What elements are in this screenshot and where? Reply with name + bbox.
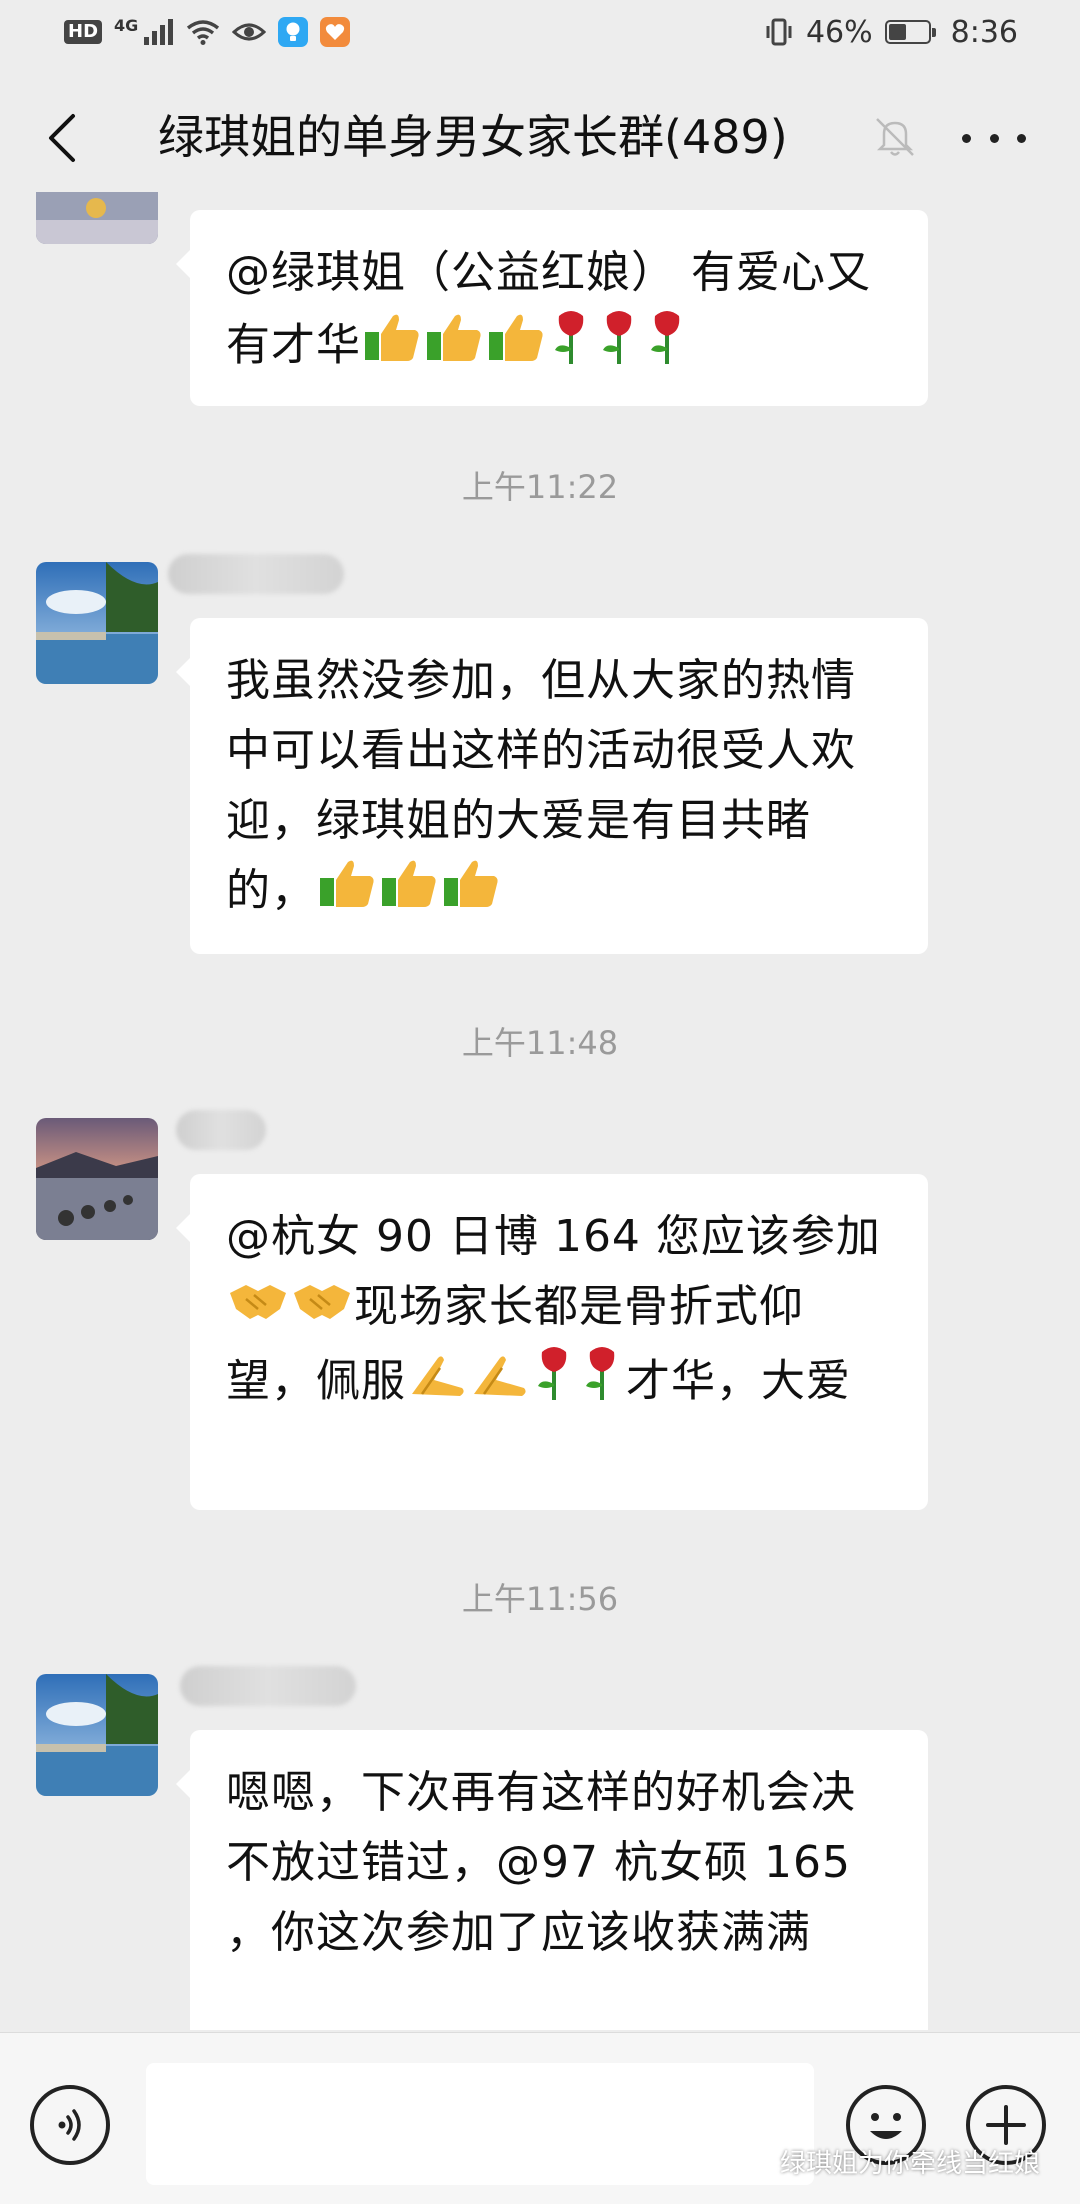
thumbs-up-icon bbox=[487, 312, 545, 383]
message-text: 才华，大爱 bbox=[626, 1355, 851, 1407]
thumbs-up-icon bbox=[442, 858, 500, 929]
rose-icon bbox=[597, 308, 641, 387]
message-bubble[interactable]: 嗯嗯，下次再有这样的好机会决不放过错过，@97 杭女硕 165 ，你这次参加了应… bbox=[176, 1730, 928, 2030]
watermark: 绿琪姐为你牵线当红娘 bbox=[738, 2143, 1040, 2180]
status-right: 46% 8:36 bbox=[764, 15, 1018, 50]
timestamp: 上午11:56 bbox=[461, 1580, 619, 1618]
watermark-text: 绿琪姐为你牵线当红娘 bbox=[780, 2149, 1041, 2179]
hd-badge: HD bbox=[64, 20, 103, 44]
dot-icon bbox=[1017, 133, 1026, 143]
avatar[interactable] bbox=[36, 192, 158, 244]
timestamp: 上午11:48 bbox=[461, 1024, 619, 1062]
avatar[interactable] bbox=[36, 562, 158, 684]
clap-icon bbox=[470, 1349, 528, 1419]
health-app-icon bbox=[320, 17, 351, 47]
thumbs-up-icon bbox=[380, 858, 438, 929]
back-arrow-icon bbox=[49, 114, 75, 162]
battery-level bbox=[888, 24, 907, 40]
message-input[interactable] bbox=[146, 2063, 814, 2185]
chat-screen: HD 4G 46% 8:36 绿琪姐的单身男女家长群(489) @绿琪姐（公益红… bbox=[0, 0, 1080, 2204]
message-bubble[interactable]: @绿琪姐（公益红娘） 有爱心又有才华 bbox=[176, 210, 928, 406]
sender-name-blurred bbox=[176, 1110, 266, 1150]
dot-icon bbox=[989, 133, 999, 143]
rose-icon bbox=[549, 308, 593, 387]
message-bubble[interactable]: 我虽然没参加，但从大家的热情中可以看出这样的活动很受人欢迎，绿琪姐的大爱是有目共… bbox=[176, 618, 928, 954]
page-title: 绿琪姐的单身男女家长群(489) bbox=[158, 110, 788, 164]
timestamp: 上午11:22 bbox=[461, 468, 619, 506]
handshake-icon bbox=[292, 1274, 352, 1344]
avatar[interactable] bbox=[36, 1118, 158, 1240]
handshake-icon bbox=[228, 1274, 288, 1344]
message-text: 嗯嗯，下次再有这样的好机会决不放过错过，@97 杭女硕 165 ，你这次参加了应… bbox=[226, 1767, 856, 1958]
mute-bell-icon bbox=[876, 118, 914, 156]
thumbs-up-icon bbox=[318, 858, 376, 929]
voice-input-button[interactable] bbox=[30, 2085, 110, 2165]
more-options-button[interactable] bbox=[962, 118, 1026, 158]
dot-icon bbox=[962, 133, 971, 143]
thumbs-up-icon bbox=[363, 312, 421, 383]
plus-icon bbox=[986, 2105, 1026, 2145]
sender-name-blurred bbox=[180, 1666, 356, 1706]
eye-icon bbox=[232, 23, 267, 41]
back-button[interactable] bbox=[36, 110, 88, 166]
nav-bar: 绿琪姐的单身男女家长群(489) bbox=[0, 82, 1080, 192]
app-notification-icon bbox=[278, 17, 309, 47]
clock: 8:36 bbox=[950, 14, 1018, 50]
chat-history[interactable]: @绿琪姐（公益红娘） 有爱心又有才华 上午11:22 我虽然没参加，但从大家的热… bbox=[0, 192, 1080, 2030]
battery-percent: 46% bbox=[805, 14, 873, 50]
battery-icon bbox=[884, 20, 936, 44]
vibrate-icon bbox=[766, 18, 792, 46]
voice-icon bbox=[58, 2109, 81, 2141]
signal-icon bbox=[144, 19, 174, 45]
wechat-logo-icon bbox=[738, 2147, 772, 2174]
rose-icon bbox=[580, 1344, 624, 1423]
status-left: HD 4G bbox=[64, 15, 351, 47]
clap-icon bbox=[408, 1349, 466, 1419]
message-bubble[interactable]: @杭女 90 日博 164 您应该参加现场家长都是骨折式仰望，佩服 才华，大爱 bbox=[176, 1174, 928, 1510]
wifi-icon bbox=[187, 20, 220, 45]
avatar[interactable] bbox=[36, 1674, 158, 1796]
message-text: @杭女 90 日博 164 您应该参加 bbox=[226, 1211, 881, 1262]
network-type: 4G bbox=[114, 15, 139, 35]
sender-name-blurred bbox=[168, 554, 344, 594]
input-bar: 绿琪姐为你牵线当红娘 bbox=[0, 2032, 1080, 2204]
rose-icon bbox=[532, 1344, 576, 1423]
thumbs-up-icon bbox=[425, 312, 483, 383]
rose-icon bbox=[645, 308, 689, 387]
status-bar: HD 4G 46% 8:36 bbox=[0, 0, 1080, 64]
